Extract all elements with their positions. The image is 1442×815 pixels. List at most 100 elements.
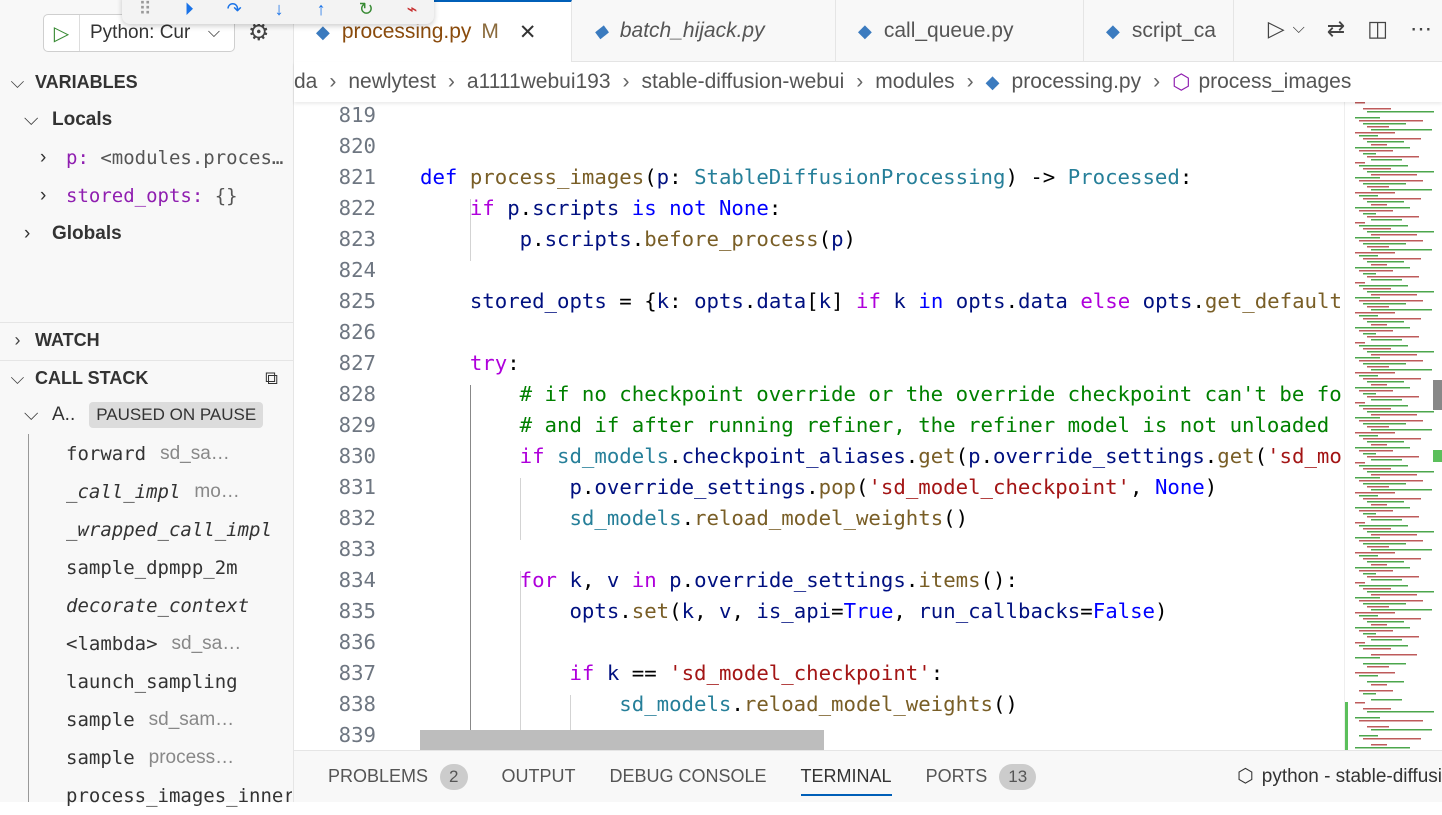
step-into-icon[interactable]: ↓ bbox=[275, 0, 284, 20]
code-line[interactable]: if p.scripts is not None: bbox=[420, 196, 781, 220]
run-config-label[interactable]: Python: Cur bbox=[80, 22, 208, 44]
tab-script-callbacks-py[interactable]: ◆ script_ca bbox=[1084, 0, 1234, 62]
panel-tab-terminal[interactable]: TERMINAL bbox=[800, 751, 892, 802]
panel-tab-ports[interactable]: PORTS 13 bbox=[926, 751, 1037, 802]
call-stack-section-header[interactable]: ⌵ CALL STACK ⧉ bbox=[0, 360, 294, 396]
call-stack-frame[interactable]: _call_impl mo… bbox=[66, 473, 292, 511]
call-stack-frame[interactable]: <lambda> sd_sa… bbox=[66, 625, 292, 663]
call-stack-frame[interactable]: _wrapped_call_impl bbox=[66, 511, 292, 549]
more-actions-icon[interactable]: ⋯ bbox=[1410, 16, 1432, 42]
call-stack-frame[interactable]: forward sd_sa… bbox=[66, 435, 292, 473]
continue-icon[interactable]: ⏵ bbox=[185, 0, 194, 20]
code-line[interactable]: # if no checkpoint override or the overr… bbox=[420, 382, 1342, 406]
code-line[interactable]: if k == 'sd_model_checkpoint': bbox=[420, 661, 943, 685]
chevron-right-icon: › bbox=[966, 70, 974, 93]
code-token: . bbox=[681, 568, 695, 592]
code-line[interactable]: for k, v in p.override_settings.items(): bbox=[420, 568, 1018, 592]
call-stack-frame[interactable]: sample process… bbox=[66, 739, 292, 777]
terminal-selector[interactable]: ⬡ python - stable-diffusi bbox=[1237, 765, 1442, 788]
call-stack-frame[interactable]: sample_dpmpp_2m bbox=[66, 549, 292, 587]
restart-icon[interactable]: ↻ bbox=[359, 0, 374, 20]
python-file-icon: ◆ bbox=[594, 20, 608, 41]
chevron-down-icon[interactable]: ⌵ bbox=[1293, 20, 1305, 42]
collapse-all-icon[interactable]: ⧉ bbox=[265, 368, 278, 389]
horizontal-scrollbar[interactable] bbox=[420, 730, 824, 750]
code-token: override_settings bbox=[993, 444, 1205, 468]
code-token: if bbox=[469, 196, 508, 220]
close-icon[interactable]: ✕ bbox=[519, 20, 537, 45]
breadcrumb-item[interactable]: process_images bbox=[1198, 70, 1351, 94]
code-line[interactable]: if sd_models.checkpoint_aliases.get(p.ov… bbox=[420, 444, 1342, 468]
breadcrumb-item[interactable]: modules bbox=[875, 70, 954, 94]
indent-guide bbox=[469, 199, 471, 261]
code-token: override_settings bbox=[694, 568, 906, 592]
code-token: sd_models bbox=[557, 444, 670, 468]
code-line[interactable]: try: bbox=[420, 351, 520, 375]
start-debugging-icon[interactable]: ▷ bbox=[44, 15, 80, 51]
variables-section-header[interactable]: ⌵ VARIABLES bbox=[0, 64, 294, 100]
call-stack-frame[interactable]: process_images_inner bbox=[66, 777, 292, 815]
code-line[interactable]: sd_models.reload_model_weights() bbox=[420, 692, 1018, 716]
code-line[interactable]: stored_opts = {k: opts.data[k] if k in o… bbox=[420, 289, 1342, 313]
chevron-down-icon: ⌵ bbox=[24, 109, 39, 130]
code-token: checkpoint_aliases bbox=[681, 444, 906, 468]
bottom-panel-tabs: PROBLEMS 2 OUTPUT DEBUG CONSOLE TERMINAL PORT… bbox=[294, 750, 1442, 802]
modified-badge: M bbox=[481, 20, 499, 43]
run-icon[interactable]: ▷ bbox=[1268, 16, 1285, 42]
code-token: 'sd_model_checkpoint' bbox=[868, 475, 1131, 499]
compare-changes-icon[interactable]: ⇄ bbox=[1327, 16, 1345, 42]
code-line[interactable]: sd_models.reload_model_weights() bbox=[420, 506, 968, 530]
chevron-right-icon: › bbox=[329, 70, 337, 93]
debug-toolbar: ⠿ ⏵ ↷ ↓ ↑ ↻ ⌁ bbox=[122, 0, 434, 24]
code-token: , bbox=[581, 568, 607, 592]
code-token: ( bbox=[818, 227, 832, 251]
breadcrumb-item[interactable]: stable-diffusion-webui bbox=[642, 70, 845, 94]
step-out-icon[interactable]: ↑ bbox=[317, 0, 326, 20]
code-token: if bbox=[856, 289, 894, 313]
breadcrumb-item[interactable]: processing.py bbox=[1012, 70, 1142, 94]
variable-stored-opts[interactable]: › stored_opts: {} bbox=[40, 178, 238, 214]
code-token: ) bbox=[1204, 475, 1218, 499]
code-token: data bbox=[756, 289, 807, 313]
code-token: try bbox=[469, 351, 508, 375]
code-line[interactable]: p.scripts.before_process(p) bbox=[420, 227, 856, 251]
panel-tab-problems[interactable]: PROBLEMS 2 bbox=[328, 751, 468, 802]
drag-handle-icon[interactable]: ⠿ bbox=[138, 0, 151, 20]
step-over-icon[interactable]: ↷ bbox=[227, 0, 242, 20]
line-number: 835 bbox=[338, 599, 376, 623]
disconnect-icon[interactable]: ⌁ bbox=[407, 0, 418, 20]
call-stack-frame[interactable]: sample sd_sam… bbox=[66, 701, 292, 739]
locals-scope[interactable]: ⌵ Locals bbox=[24, 102, 112, 138]
split-editor-icon[interactable]: ◫ bbox=[1367, 16, 1388, 42]
code-editor[interactable]: 819 820 821 def process_images(p: StableDif… bbox=[294, 102, 1344, 750]
thread-item[interactable]: ⌵ A.. PAUSED ON PAUSE bbox=[24, 397, 294, 433]
line-number: 839 bbox=[338, 723, 376, 747]
code-line[interactable]: p.override_settings.pop('sd_model_checkp… bbox=[420, 475, 1217, 499]
breadcrumb-item[interactable]: a1111webui193 bbox=[467, 70, 611, 94]
call-stack-frame[interactable]: launch_sampling bbox=[66, 663, 292, 701]
code-line[interactable]: # and if after running refiner, the refi… bbox=[420, 413, 1330, 437]
minimap[interactable] bbox=[1344, 102, 1442, 750]
line-number: 822 bbox=[338, 196, 376, 220]
chevron-down-icon[interactable]: ⌵ bbox=[208, 24, 234, 42]
line-number: 824 bbox=[338, 258, 376, 282]
code-token: k bbox=[681, 599, 695, 623]
chevron-right-icon: › bbox=[40, 185, 47, 206]
panel-tab-output[interactable]: OUTPUT bbox=[502, 751, 576, 802]
code-line[interactable]: def process_images(p: StableDiffusionPro… bbox=[420, 165, 1192, 189]
line-number: 828 bbox=[338, 382, 376, 406]
code-line[interactable]: opts.set(k, v, is_api=True, run_callback… bbox=[420, 599, 1167, 623]
panel-tab-debug-console[interactable]: DEBUG CONSOLE bbox=[610, 751, 767, 802]
code-token: k bbox=[569, 568, 582, 592]
breadcrumb-item[interactable]: da bbox=[294, 70, 317, 94]
code-token: get_default bbox=[1204, 289, 1342, 313]
tab-batch-hijack-py[interactable]: ◆ batch_hijack.py bbox=[572, 0, 836, 62]
variable-p[interactable]: › p: <modules.proces… bbox=[40, 140, 290, 176]
globals-scope[interactable]: › Globals bbox=[24, 216, 122, 252]
tab-call-queue-py[interactable]: ◆ call_queue.py bbox=[836, 0, 1084, 62]
watch-section-header[interactable]: › WATCH bbox=[0, 322, 294, 358]
breadcrumb-item[interactable]: newlytest bbox=[348, 70, 436, 94]
call-stack-frame[interactable]: decorate_context bbox=[66, 587, 292, 625]
code-token: . bbox=[519, 196, 533, 220]
